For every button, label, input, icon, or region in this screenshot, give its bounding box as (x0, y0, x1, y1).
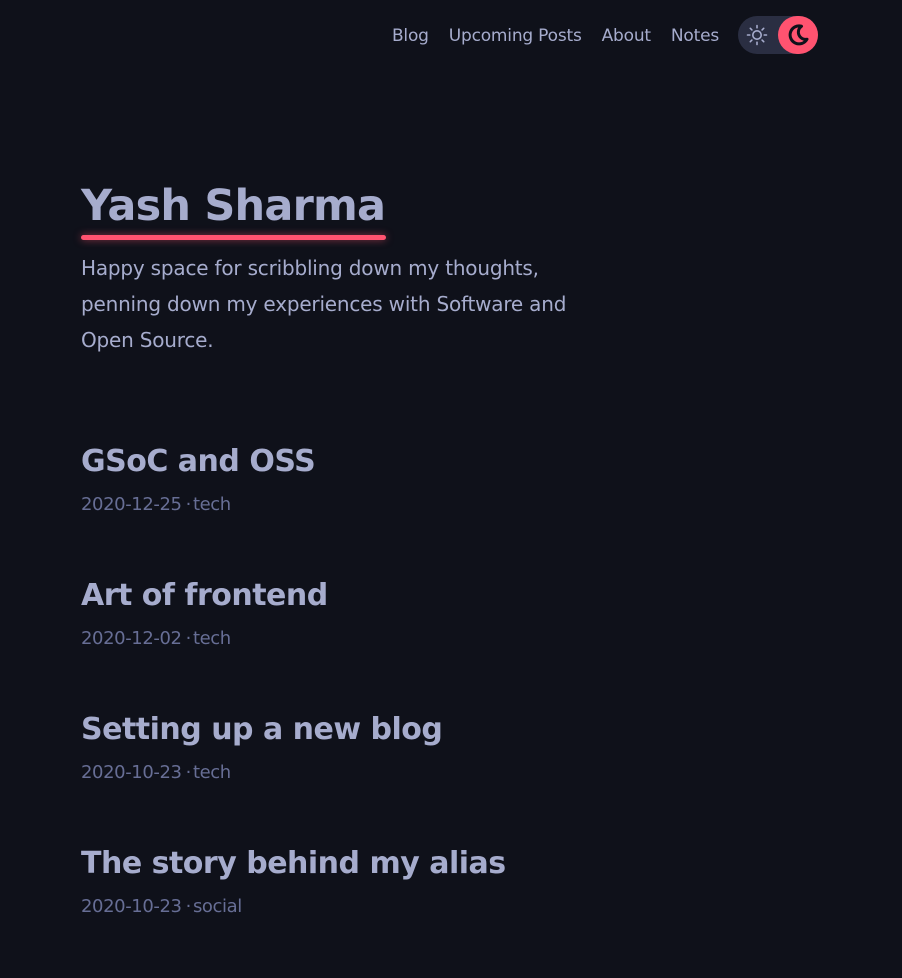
site-title-text: Yash Sharma (81, 181, 386, 231)
post-tag[interactable]: tech (193, 762, 231, 783)
post-meta: 2020-12-25 · tech (81, 494, 781, 515)
hero: Yash Sharma Happy space for scribbling d… (81, 178, 601, 358)
meta-separator: · (185, 762, 192, 783)
post-item: Setting up a new blog 2020-10-23 · tech (81, 710, 781, 844)
nav-link-about[interactable]: About (602, 26, 651, 46)
title-underline (81, 235, 387, 240)
meta-separator: · (185, 494, 192, 515)
site-tagline: Happy space for scribbling down my thoug… (81, 256, 567, 352)
nav-link-notes[interactable]: Notes (671, 26, 719, 46)
post-list: GSoC and OSS 2020-12-25 · tech Art of fron… (81, 442, 781, 978)
post-meta: 2020-12-02 · tech (81, 628, 781, 649)
sun-icon (746, 24, 768, 46)
post-date: 2020-12-25 (81, 494, 182, 515)
post-title-link[interactable]: The story behind my alias (81, 844, 781, 884)
post-date: 2020-12-02 (81, 628, 182, 649)
toggle-knob (778, 16, 818, 54)
post-item: GSoC and OSS 2020-12-25 · tech (81, 442, 781, 576)
top-nav: Blog Upcoming Posts About Notes (0, 16, 902, 56)
post-item: The story behind my alias 2020-10-23 · soc… (81, 844, 781, 978)
nav-links: Blog Upcoming Posts About Notes (392, 16, 719, 56)
theme-toggle[interactable] (738, 16, 818, 54)
post-date: 2020-10-23 (81, 896, 182, 917)
nav-link-blog[interactable]: Blog (392, 26, 429, 46)
site-title: Yash Sharma (81, 178, 387, 240)
meta-separator: · (185, 896, 192, 917)
post-title-link[interactable]: Art of frontend (81, 576, 781, 616)
post-tag[interactable]: tech (193, 494, 231, 515)
moon-icon (788, 24, 809, 46)
nav-link-upcoming-posts[interactable]: Upcoming Posts (449, 26, 582, 46)
post-tag[interactable]: tech (193, 628, 231, 649)
meta-separator: · (185, 628, 192, 649)
post-title-link[interactable]: GSoC and OSS (81, 442, 781, 482)
post-meta: 2020-10-23 · social (81, 896, 781, 917)
post-item: Art of frontend 2020-12-02 · tech (81, 576, 781, 710)
post-tag[interactable]: social (193, 896, 242, 917)
post-title-link[interactable]: Setting up a new blog (81, 710, 781, 750)
post-date: 2020-10-23 (81, 762, 182, 783)
post-meta: 2020-10-23 · tech (81, 762, 781, 783)
